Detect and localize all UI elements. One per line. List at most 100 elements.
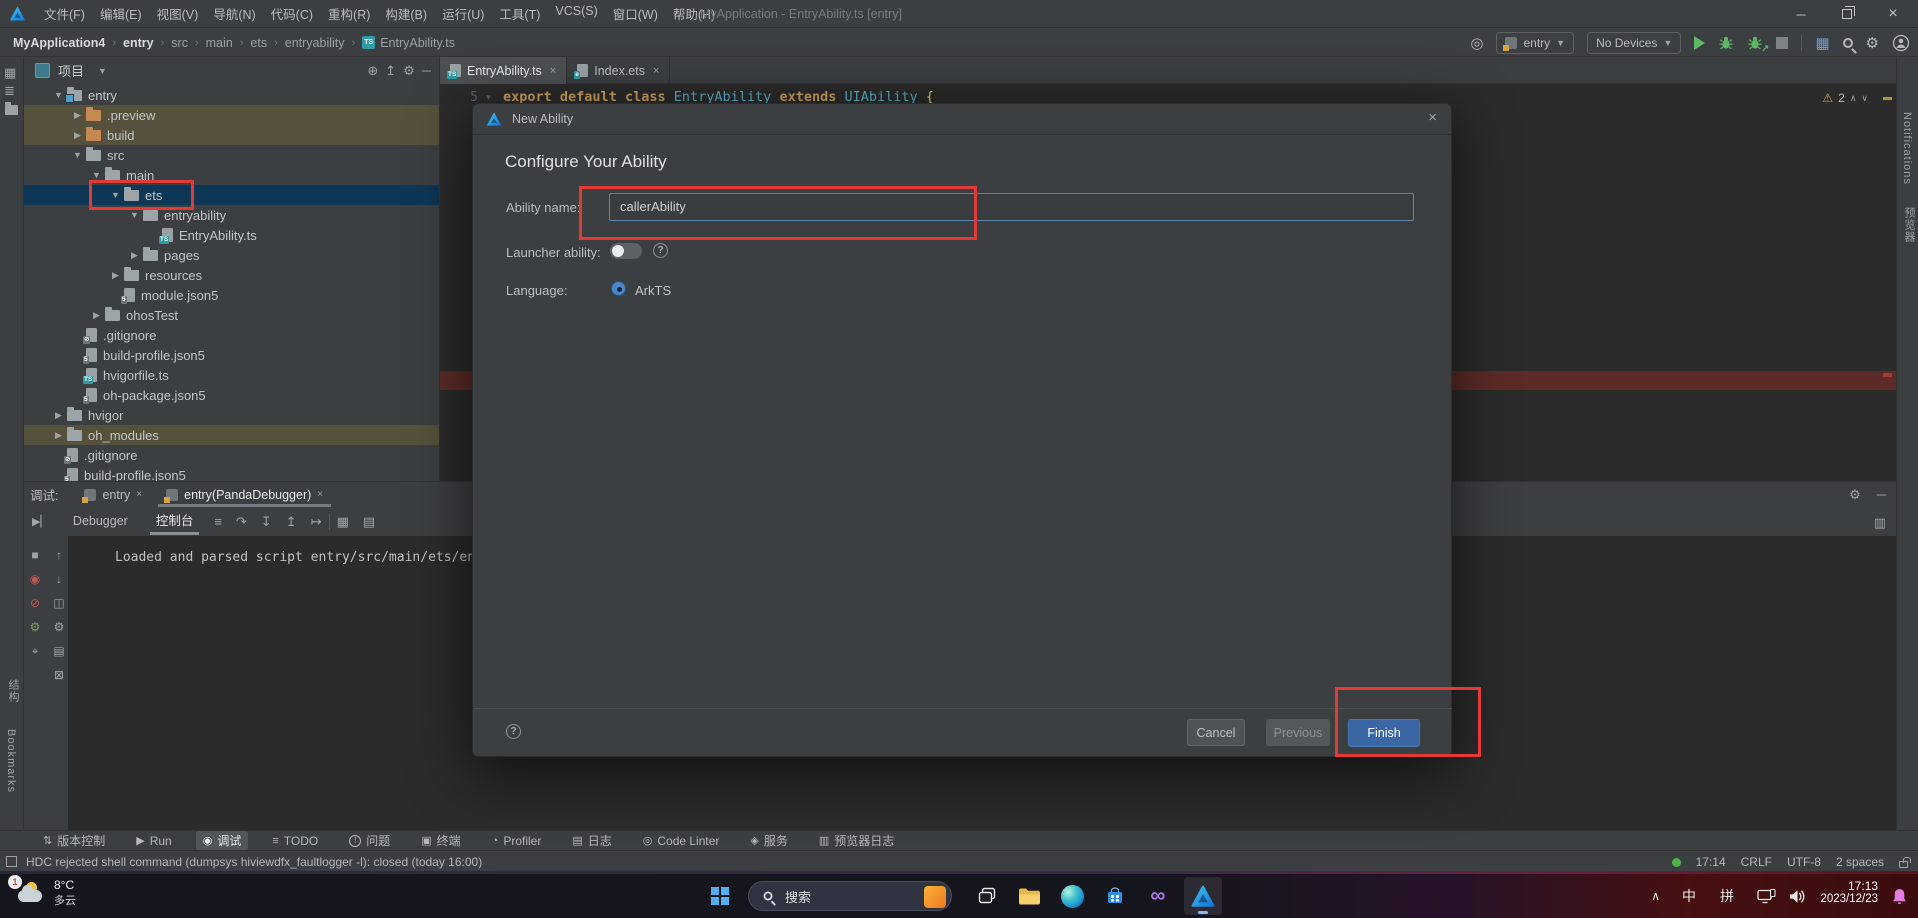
menu-icon[interactable]: ≡ [214, 514, 222, 529]
indent-indicator[interactable]: 2 spaces [1836, 855, 1884, 869]
device-select[interactable]: No Devices ▼ [1587, 31, 1682, 54]
layout-settings-icon[interactable]: ▤ [363, 514, 375, 530]
tree-item-src[interactable]: ▼ src [24, 145, 439, 165]
tool-window-button-run[interactable]: ▶ Run [129, 833, 178, 849]
tool-window-button-code-linter[interactable]: ◎ Code Linter [636, 833, 727, 849]
menu-item[interactable]: 窗口(W) [613, 4, 658, 23]
breadcrumb-item[interactable]: main [206, 36, 233, 50]
console-options-gear-icon[interactable]: ⚙ [54, 620, 65, 634]
locate-file-icon[interactable]: ⊕ [367, 63, 378, 79]
debug-session-tab-entry[interactable]: entry × [72, 482, 154, 507]
panel-settings-gear-icon[interactable]: ⚙ [1849, 487, 1861, 503]
arkts-radio-button[interactable] [611, 281, 626, 296]
soft-wrap-icon[interactable]: ◫ [53, 596, 64, 610]
list-icon[interactable]: ≣ [4, 83, 15, 99]
hide-panel-icon[interactable]: ─ [422, 63, 431, 78]
breadcrumb-item[interactable]: entry [123, 36, 154, 50]
edge-browser-button[interactable] [1057, 881, 1087, 911]
stop-process-icon[interactable]: ■ [31, 548, 38, 562]
notifications-tool-button[interactable]: Notifications [1901, 112, 1913, 185]
taskbar-search-box[interactable]: 搜索 [748, 881, 952, 911]
tree-item-entry[interactable]: ▼ entry [24, 85, 439, 105]
mute-breakpoints-icon[interactable]: ⊘ [30, 596, 40, 610]
dialog-help-icon[interactable]: ? [506, 724, 521, 739]
tab-close-icon[interactable]: × [317, 489, 323, 500]
chevron-down-icon[interactable]: ▼ [126, 210, 143, 220]
breadcrumb-item[interactable]: MyApplication4 [13, 36, 105, 50]
restore-button[interactable] [1842, 6, 1855, 19]
search-everywhere-icon[interactable] [1842, 37, 1853, 48]
project-tool-icon[interactable]: ▦ [4, 65, 16, 81]
tool-window-button-profiler[interactable]: ◔ Profiler [485, 833, 549, 849]
hidden-icons-chevron[interactable]: ∧ [1651, 874, 1660, 918]
start-button[interactable] [705, 881, 735, 911]
chevron-right-icon[interactable]: ▶ [126, 250, 143, 261]
tree-item-EntryAbility.ts[interactable]: TS EntryAbility.ts [24, 225, 439, 245]
notifications-bell-icon[interactable] [1891, 874, 1908, 918]
tab-close-icon[interactable]: × [653, 65, 659, 77]
panel-settings-gear-icon[interactable]: ⚙ [403, 63, 415, 79]
hide-panel-icon[interactable]: ─ [1877, 487, 1886, 503]
step-into-icon[interactable]: ↧ [261, 514, 272, 530]
tool-window-button-previewer-log[interactable]: ▥ 预览器日志 [812, 831, 901, 850]
editor-tab-EntryAbility.ts[interactable]: TS EntryAbility.ts × [440, 57, 568, 84]
help-icon[interactable]: ? [653, 243, 668, 258]
locate-icon[interactable]: ◎ [1470, 34, 1483, 52]
tree-item-build[interactable]: ▶ build [24, 125, 439, 145]
tree-item-hvigor[interactable]: ▶ hvigor [24, 405, 439, 425]
task-view-button[interactable] [972, 881, 1002, 911]
tool-window-switcher-icon[interactable] [6, 856, 17, 867]
minimize-button[interactable]: ─ [1794, 7, 1808, 22]
run-configuration-select[interactable]: entry ▼ [1496, 31, 1575, 54]
console-settings-gear-icon[interactable]: ⚙ [30, 620, 41, 634]
tab-close-icon[interactable]: × [136, 489, 142, 500]
menu-item[interactable]: 导航(N) [213, 4, 255, 23]
menu-item[interactable]: 视图(V) [157, 4, 199, 23]
menu-item[interactable]: VCS(S) [555, 4, 597, 23]
tool-window-button-todo[interactable]: ≡ TODO [265, 833, 325, 849]
network-icon[interactable] [1757, 874, 1776, 918]
tree-item-.preview[interactable]: ▶ .preview [24, 105, 439, 125]
resume-program-icon[interactable]: ▶▏ [32, 515, 49, 528]
settings-gear-icon[interactable]: ⚙ [1866, 34, 1879, 52]
tree-item-module.json5[interactable]: 5 module.json5 [24, 285, 439, 305]
line-separator-indicator[interactable]: CRLF [1741, 855, 1772, 869]
search-highlights-icon[interactable] [924, 885, 946, 908]
menu-item[interactable]: 运行(U) [442, 4, 484, 23]
debug-view-tab-控制台[interactable]: 控制台 [142, 507, 208, 536]
tree-item-.gitignore[interactable]: ⊘ .gitignore [24, 325, 439, 345]
attach-debugger-button[interactable]: ↗ [1747, 35, 1769, 55]
file-explorer-button[interactable] [1014, 881, 1044, 911]
chevron-right-icon[interactable]: ▶ [88, 310, 105, 321]
volume-icon[interactable] [1789, 874, 1806, 918]
chevron-right-icon[interactable]: ▶ [69, 110, 86, 121]
run-button[interactable] [1694, 35, 1706, 50]
previous-button[interactable]: Previous [1266, 719, 1330, 746]
collapse-all-icon[interactable]: ↥ [385, 63, 396, 79]
chevron-right-icon[interactable]: ▶ [69, 130, 86, 141]
menu-item[interactable]: 构建(B) [385, 4, 427, 23]
launcher-ability-toggle[interactable] [610, 243, 642, 259]
chevron-down-icon[interactable]: ▼ [69, 150, 86, 160]
debug-view-tab-Debugger[interactable]: Debugger [59, 507, 142, 536]
tree-item-oh_modules[interactable]: ▶ oh_modules [24, 425, 439, 445]
ime-mode-indicator[interactable]: 拼 [1720, 874, 1734, 918]
next-issue-icon[interactable]: ∨ [1861, 93, 1868, 104]
chevron-right-icon[interactable]: ▶ [107, 270, 124, 281]
previewer-tool-button[interactable]: 预览器 [1901, 207, 1917, 243]
tree-item-pages[interactable]: ▶ pages [24, 245, 439, 265]
tree-item-main[interactable]: ▼ main [24, 165, 439, 185]
breadcrumb-item[interactable]: TS EntryAbility.ts [362, 36, 455, 50]
tree-item-build-profile.json5[interactable]: 5 build-profile.json5 [24, 345, 439, 365]
tool-window-button-services[interactable]: ◈ 服务 [743, 831, 794, 850]
tool-window-button-problems[interactable]: ! 问题 [342, 831, 397, 850]
tree-item-oh-package.json5[interactable]: 5 oh-package.json5 [24, 385, 439, 405]
encoding-indicator[interactable]: UTF-8 [1787, 855, 1821, 869]
scroll-to-top-icon[interactable]: ↑ [56, 548, 62, 562]
tool-window-button-version-control[interactable]: ⇅ 版本控制 [36, 831, 112, 850]
account-avatar-icon[interactable] [1892, 34, 1910, 52]
microsoft-store-button[interactable] [1100, 881, 1130, 911]
chevron-right-icon[interactable]: ▶ [50, 410, 67, 421]
bookmarks-tool-button[interactable]: Bookmarks [5, 729, 17, 793]
tool-window-button-logs[interactable]: ▤ 日志 [565, 831, 618, 850]
